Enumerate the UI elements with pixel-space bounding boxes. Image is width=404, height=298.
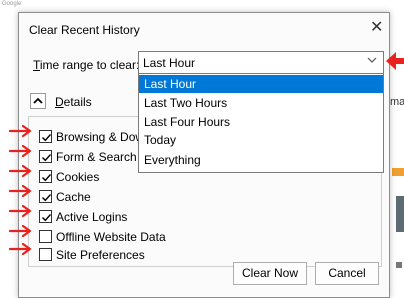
annotation-arrow-icon: [9, 204, 32, 218]
check-icon: [42, 214, 52, 222]
checkbox-label: Active Logins: [56, 210, 128, 224]
checkbox-row-site-preferences[interactable]: Site Preferences: [39, 248, 239, 264]
cancel-button[interactable]: Cancel: [315, 262, 379, 285]
checkbox-row-browsing[interactable]: Browsing & Download History: [39, 130, 149, 146]
checkbox-label: Browsing & Download History: [56, 130, 149, 144]
annotation-arrow-icon: [9, 242, 32, 256]
dropdown-option-everything[interactable]: Everything: [139, 151, 383, 169]
check-icon: [42, 154, 52, 162]
form-search-history-checkbox[interactable]: [39, 150, 52, 163]
background-page-text: ma: [390, 96, 404, 108]
checkbox-label: Site Preferences: [56, 248, 145, 262]
dropdown-option-last-two-hours[interactable]: Last Two Hours: [139, 94, 383, 112]
details-label: Details: [55, 95, 92, 109]
check-icon: [42, 134, 52, 142]
checkbox-label: Cookies: [56, 170, 100, 184]
checkbox-label: Offline Website Data: [56, 230, 166, 244]
cache-checkbox[interactable]: [39, 190, 52, 203]
checkbox-row-cache[interactable]: Cache: [39, 190, 239, 206]
browsing-history-checkbox[interactable]: [39, 130, 52, 143]
checkbox-label: Cache: [56, 190, 91, 204]
check-icon: [42, 194, 52, 202]
annotation-arrow-icon: [9, 224, 32, 238]
details-label-accesskey: D: [55, 95, 64, 109]
dropdown-option-last-four-hours[interactable]: Last Four Hours: [139, 113, 383, 131]
close-icon[interactable]: ✕: [370, 18, 383, 38]
time-range-select[interactable]: Last Hour: [138, 51, 384, 74]
background-page-element: [392, 168, 404, 176]
time-range-label: Time range to clear:: [33, 58, 139, 72]
checkbox-row-active-logins[interactable]: Active Logins: [39, 210, 239, 226]
clear-now-button[interactable]: Clear Now: [233, 262, 307, 285]
details-label-text: etails: [63, 95, 92, 109]
offline-website-data-checkbox[interactable]: [39, 230, 52, 243]
checkbox-row-form-search[interactable]: Form & Search History: [39, 150, 149, 166]
checkbox-label: Form & Search History: [56, 150, 149, 164]
annotation-arrow-icon: [9, 144, 32, 158]
dropdown-option-today[interactable]: Today: [139, 131, 383, 149]
check-icon: [42, 174, 52, 182]
background-page-element: [396, 262, 402, 268]
site-preferences-checkbox[interactable]: [39, 248, 52, 261]
cookies-checkbox[interactable]: [39, 170, 52, 183]
time-range-selected-value: Last Hour: [143, 56, 196, 70]
background-page-image: [396, 196, 404, 232]
chevron-up-icon: [33, 97, 43, 104]
clear-history-dialog: Clear Recent History ✕ Time range to cle…: [18, 12, 390, 298]
active-logins-checkbox[interactable]: [39, 210, 52, 223]
time-range-dropdown: Last Hour Last Two Hours Last Four Hours…: [138, 74, 384, 173]
background-page-tag: Google: [2, 1, 22, 7]
details-toggle-button[interactable]: [30, 93, 46, 109]
annotation-arrow-icon: [9, 124, 32, 138]
dialog-title: Clear Recent History: [29, 23, 140, 37]
checkbox-row-offline-data[interactable]: Offline Website Data: [39, 230, 239, 246]
annotation-arrow-icon: [386, 52, 404, 70]
time-range-label-text: ime range to clear:: [39, 58, 140, 72]
annotation-arrow-icon: [9, 164, 32, 178]
time-range-label-accesskey: T: [33, 58, 40, 72]
annotation-arrow-icon: [9, 184, 32, 198]
chevron-down-icon: [367, 55, 377, 68]
dropdown-option-last-hour[interactable]: Last Hour: [139, 75, 383, 93]
